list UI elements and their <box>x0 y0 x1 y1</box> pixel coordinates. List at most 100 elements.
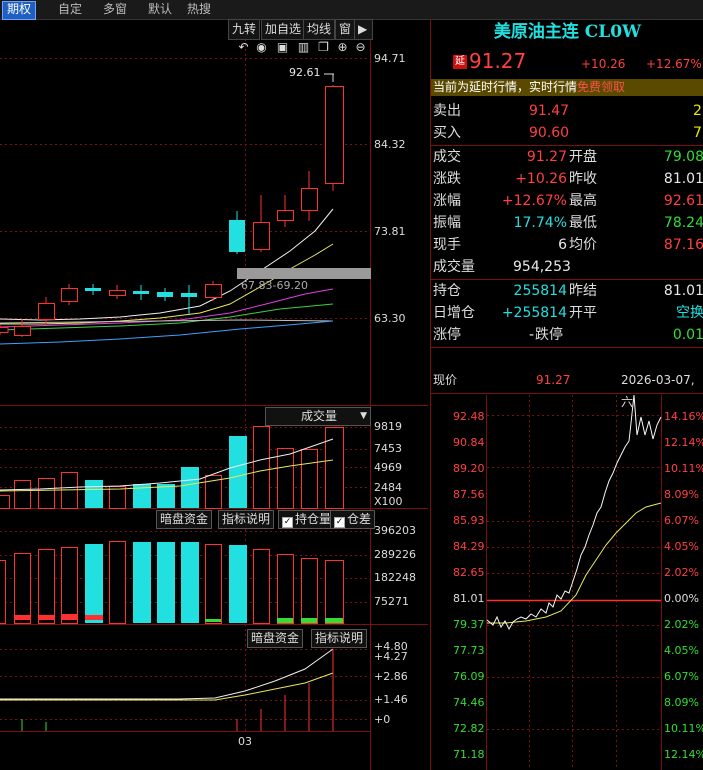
vol-bar <box>181 467 199 508</box>
oi-bar <box>61 547 78 624</box>
volume-indicator-select[interactable]: 成交量 ▼ <box>265 407 371 426</box>
ma-button[interactable]: 均线 <box>303 19 336 40</box>
oi-bar <box>181 542 199 623</box>
zoom-out-icon[interactable]: ⊖ <box>353 39 368 56</box>
candles <box>0 85 344 337</box>
price-change-pct: +12.67% <box>646 57 702 71</box>
ma-line-blue <box>0 320 334 345</box>
undo-icon[interactable]: ↶ <box>236 39 251 56</box>
intraday-rtick: 0.00% <box>664 592 699 605</box>
vol-bar <box>229 436 247 508</box>
oi-bar <box>109 541 126 624</box>
intraday-ltick: 81.01 <box>453 592 485 605</box>
vol-bar <box>109 486 126 509</box>
oi-bar <box>14 553 31 624</box>
intraday-ltick: 72.82 <box>453 722 485 735</box>
indicator-explain-button-2[interactable]: 指标说明 <box>311 629 368 648</box>
ma-line-gray <box>0 319 334 324</box>
intraday-rtick: 8.09% <box>664 696 699 709</box>
intraday-ltick: 89.20 <box>453 462 485 475</box>
limit-row: 涨停 - 跌停 0.01 <box>433 327 703 343</box>
candle <box>205 281 222 301</box>
vol-bar <box>325 427 344 509</box>
oi-bar <box>253 549 270 624</box>
menu-options[interactable]: 期权 <box>2 1 37 20</box>
free-claim-link[interactable]: 免费领取 <box>577 80 625 94</box>
oi-ytick: 75271 <box>374 595 409 608</box>
add-watchlist-button[interactable]: 加自选 <box>261 19 306 40</box>
candle <box>85 284 101 295</box>
vol-bar <box>38 478 55 509</box>
intraday-ltick: 87.56 <box>453 488 485 501</box>
vol-bar <box>277 448 294 509</box>
window-button[interactable]: 窗 <box>335 19 356 40</box>
candle <box>277 195 294 227</box>
intraday-ltick: 82.65 <box>453 566 485 579</box>
price-header: 延 91.27 +10.26 +12.67% <box>431 47 703 77</box>
intraday-ltick: 84.29 <box>453 540 485 553</box>
check-icon: ✓ <box>282 517 293 528</box>
price-range-bar <box>237 268 371 279</box>
menu-default[interactable]: 默认 <box>144 1 176 18</box>
trash-icon[interactable]: ▥ <box>296 39 311 56</box>
delay-notice: 当前为延时行情，实时行情免费领取 <box>431 79 703 96</box>
expand-icon[interactable]: ▶ <box>354 19 373 40</box>
quote-panel: 美原油主连 CL0W 延 91.27 +10.26 +12.67% 当前为延时行… <box>430 19 703 770</box>
nine-turn-button[interactable]: 九转 <box>228 19 261 40</box>
dark-fund-button[interactable]: 暗盘资金 <box>156 510 213 529</box>
oi-ytick: 182248 <box>374 571 416 584</box>
indicator-explain-button[interactable]: 指标说明 <box>218 510 275 529</box>
price-change: +10.26 <box>581 57 626 71</box>
ind-ytick: +1.46 <box>374 693 408 706</box>
date-axis-label: 03 <box>238 735 252 748</box>
candle <box>0 324 9 335</box>
basket-icon[interactable]: ▣ <box>275 39 290 56</box>
candle <box>14 319 31 337</box>
intraday-rtick: 6.07% <box>664 514 699 527</box>
intraday-ltick: 79.37 <box>453 618 485 631</box>
high-price-label: 92.61 <box>289 66 321 79</box>
intraday-ltick: 77.73 <box>453 644 485 657</box>
volume-ytick: 2484 <box>374 481 402 494</box>
intraday-ltick: 76.09 <box>453 670 485 683</box>
daily-oi-row: 日增仓 +255814 开平 空换 <box>433 305 703 321</box>
menu-hot-search[interactable]: 热搜 <box>183 1 215 18</box>
candle <box>109 285 126 299</box>
intraday-price-line <box>486 395 662 631</box>
menu-multi-window[interactable]: 多窗 <box>99 1 131 18</box>
oi-bar <box>157 542 175 623</box>
oi-bar <box>301 558 318 624</box>
kline-ytick: 73.81 <box>374 225 406 238</box>
intraday-rtick: 4.05% <box>664 540 699 553</box>
kline-ytick: 94.71 <box>374 52 406 65</box>
menu-bar: 期权 自定 多窗 默认 热搜 <box>0 0 703 20</box>
quote-row-4: 现手 6 均价 87.16 <box>433 237 703 253</box>
last-price: 91.27 <box>469 49 527 73</box>
oi-ytick: 289226 <box>374 548 416 561</box>
intraday-chart <box>486 395 662 770</box>
menu-custom[interactable]: 自定 <box>54 1 86 18</box>
quote-row-1: 涨跌 +10.26 昨收 81.01 <box>433 171 703 187</box>
check-icon: ✓ <box>334 517 345 528</box>
vol-bar <box>0 495 10 509</box>
current-price-row: 现价 91.27 2026-03-07,六 <box>433 373 695 409</box>
intraday-ltick: 92.48 <box>453 410 485 423</box>
zoom-in-icon[interactable]: ⊕ <box>335 39 350 56</box>
candle <box>61 284 78 305</box>
ind-ytick: +0 <box>374 713 391 726</box>
eye-icon[interactable]: ◉ <box>254 39 269 56</box>
intraday-rtick: 2.02% <box>664 566 699 579</box>
oi-ytick: 396203 <box>374 524 416 537</box>
volume-ytick: 9819 <box>374 420 402 433</box>
intraday-rtick: 2.02% <box>664 618 699 631</box>
oi-diff-checkbox[interactable]: ✓ 仓差 <box>330 510 376 529</box>
oi-bar <box>277 554 294 624</box>
oi-bar <box>85 544 103 623</box>
hold-volume-checkbox[interactable]: ✓ 持仓量 <box>278 510 336 529</box>
copy-icon[interactable]: ❐ <box>316 39 331 56</box>
intraday-rtick: 12.14% <box>664 436 703 449</box>
candle <box>133 285 149 300</box>
dark-fund-button-2[interactable]: 暗盘资金 <box>247 629 304 648</box>
dropdown-arrow-icon: ▼ <box>360 411 367 421</box>
candle <box>157 288 173 301</box>
